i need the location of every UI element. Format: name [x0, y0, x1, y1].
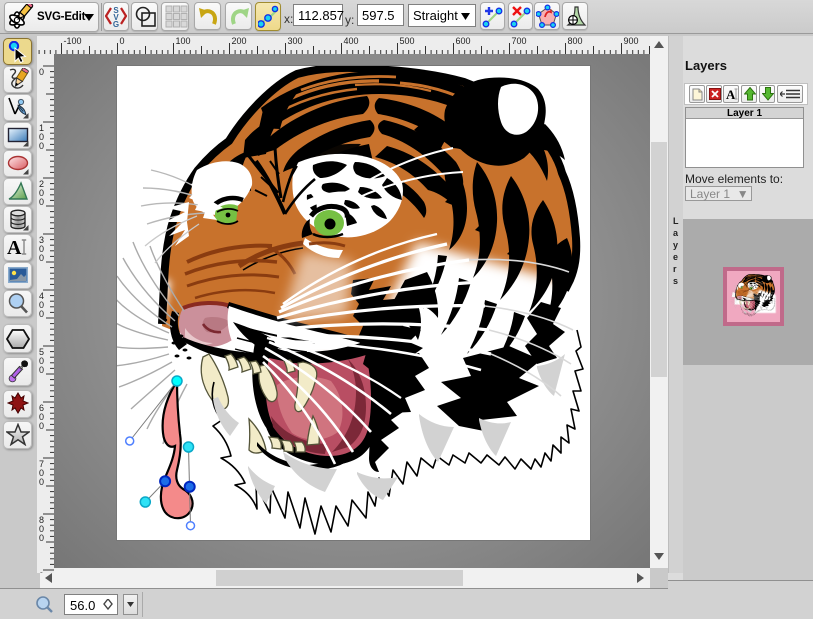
svg-text:400: 400: [344, 36, 359, 46]
svg-text:0: 0: [39, 477, 44, 487]
svg-text:700: 700: [512, 36, 527, 46]
svg-text:0: 0: [39, 365, 44, 375]
svg-text:0: 0: [39, 421, 44, 431]
svg-text:600: 600: [456, 36, 471, 46]
svg-text:800: 800: [568, 36, 583, 46]
svg-text:300: 300: [288, 36, 303, 46]
svg-text:0: 0: [39, 253, 44, 263]
svg-text:9: 9: [39, 571, 44, 573]
svg-text:200: 200: [232, 36, 247, 46]
svg-text:-100: -100: [64, 36, 82, 46]
svg-text:0: 0: [120, 36, 125, 46]
svg-text:0: 0: [39, 197, 44, 207]
svg-text:G: G: [113, 20, 119, 29]
svg-text:0: 0: [39, 141, 44, 151]
svg-text:500: 500: [400, 36, 415, 46]
svg-text:100: 100: [176, 36, 191, 46]
svg-text:A: A: [7, 237, 22, 259]
svg-text:900: 900: [624, 36, 639, 46]
svg-text:0: 0: [39, 309, 44, 319]
svg-text:0: 0: [39, 67, 44, 77]
svg-text:0: 0: [39, 533, 44, 543]
